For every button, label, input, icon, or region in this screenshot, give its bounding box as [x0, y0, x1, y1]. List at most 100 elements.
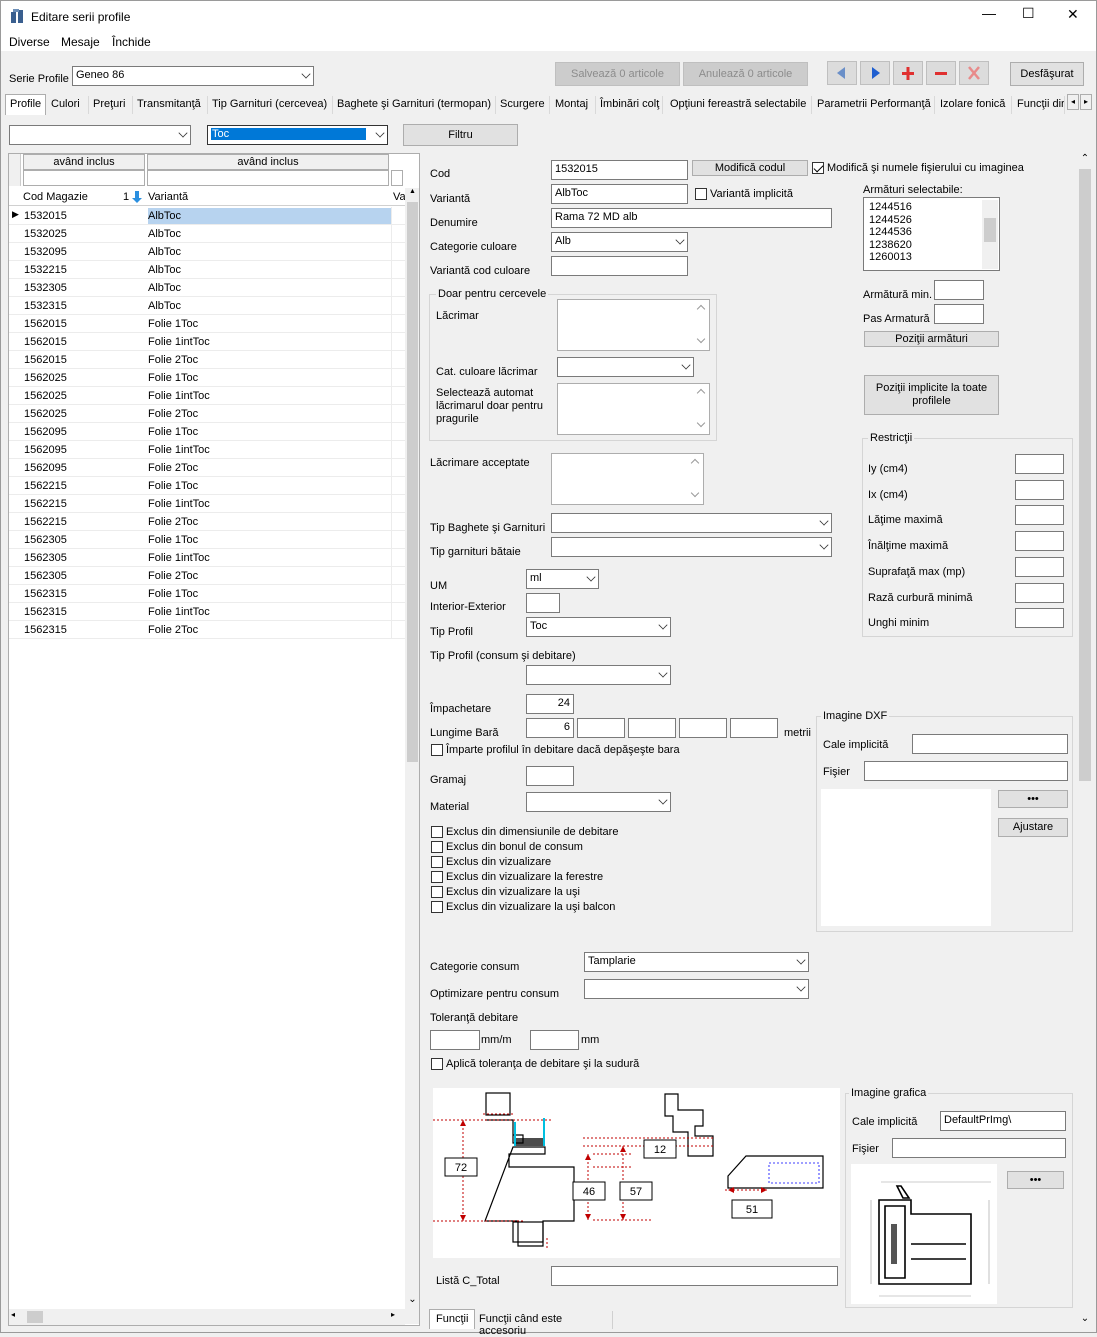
- cell-variant[interactable]: Folie 1Toc: [148, 318, 198, 330]
- cell-variant[interactable]: Folie 1intToc: [148, 498, 210, 510]
- toleranta-mmm-input[interactable]: [430, 1030, 480, 1050]
- table-row[interactable]: 1532025 AlbToc: [9, 225, 405, 243]
- tab-imbinari[interactable]: Îmbinări colţ: [600, 96, 663, 114]
- latime-input[interactable]: [1015, 505, 1064, 525]
- cell-code[interactable]: 1562305: [24, 552, 67, 564]
- exclus-ferestre-checkbox[interactable]: [431, 871, 443, 883]
- grid-vscroll[interactable]: ▲ ⌄: [405, 188, 419, 1324]
- cell-variant[interactable]: Folie 1Toc: [148, 534, 198, 546]
- table-row[interactable]: 1562315 Folie 1intToc: [9, 603, 405, 621]
- lungime-input-1[interactable]: 6: [526, 718, 574, 738]
- tip-garn-select[interactable]: [551, 537, 832, 557]
- menu-inchide[interactable]: Închide: [112, 35, 151, 49]
- col-extra-header[interactable]: Va: [393, 191, 406, 203]
- list-item[interactable]: 1244526: [869, 214, 912, 227]
- tab-tip-garnituri[interactable]: Tip Garnituri (cercevea): [212, 96, 333, 114]
- form-vscroll-thumb[interactable]: [1079, 169, 1091, 781]
- varianta-input[interactable]: AlbToc: [551, 184, 688, 204]
- tab-parametrii[interactable]: Parametrii Performanţă: [817, 96, 935, 114]
- scroll-down-icon[interactable]: ⌄: [406, 1294, 419, 1308]
- table-row[interactable]: 1562025 Folie 1Toc: [9, 369, 405, 387]
- tab-baghete[interactable]: Baghete şi Garnituri (termopan): [337, 96, 496, 114]
- cell-variant[interactable]: AlbToc: [148, 300, 181, 312]
- ajustare-button[interactable]: Ajustare: [998, 818, 1068, 837]
- cell-variant[interactable]: Folie 1Toc: [148, 480, 198, 492]
- cell-code[interactable]: 1562095: [24, 426, 67, 438]
- table-row[interactable]: 1562315 Folie 2Toc: [9, 621, 405, 639]
- cell-code[interactable]: 1562315: [24, 624, 67, 636]
- modify-names-checkbox[interactable]: [812, 162, 824, 174]
- impachetare-input[interactable]: 24: [526, 694, 574, 714]
- raza-input[interactable]: [1015, 583, 1064, 603]
- tab-montaj[interactable]: Montaj: [555, 96, 596, 114]
- iy-input[interactable]: [1015, 454, 1064, 474]
- filter-select-right[interactable]: Toc: [207, 125, 388, 145]
- cat-lacrimar-select[interactable]: [557, 357, 694, 377]
- cell-code[interactable]: 1562095: [24, 444, 67, 456]
- maximize-button[interactable]: ☐: [1022, 5, 1035, 22]
- table-row[interactable]: 1562015 Folie 1intToc: [9, 333, 405, 351]
- tab-profile[interactable]: Profile: [5, 94, 46, 115]
- expand-button[interactable]: Desfăşurat: [1010, 62, 1084, 86]
- cell-code[interactable]: 1562015: [24, 336, 67, 348]
- var-cod-input[interactable]: [551, 256, 688, 276]
- cancel-button[interactable]: Anulează 0 articole: [683, 62, 808, 86]
- table-row[interactable]: 1562215 Folie 2Toc: [9, 513, 405, 531]
- grafica-cale-input[interactable]: DefaultPrImg\: [940, 1111, 1066, 1131]
- col-code-header[interactable]: Cod Magazie: [23, 191, 88, 203]
- exclus-balcon-checkbox[interactable]: [431, 901, 443, 913]
- table-row[interactable]: 1562095 Folie 1Toc: [9, 423, 405, 441]
- form-scroll-down-icon[interactable]: ⌄: [1079, 1313, 1091, 1327]
- table-row[interactable]: 1562215 Folie 1Toc: [9, 477, 405, 495]
- unghi-input[interactable]: [1015, 608, 1064, 628]
- close-button[interactable]: ✕: [1067, 6, 1079, 23]
- exclus-viz-checkbox[interactable]: [431, 856, 443, 868]
- cell-variant[interactable]: Folie 2Toc: [148, 516, 198, 528]
- armaturi-list[interactable]: 1244516 1244526 1244536 1238620 1260013: [863, 197, 1000, 271]
- cell-code[interactable]: 1532095: [24, 246, 67, 258]
- int-ext-input[interactable]: [526, 593, 560, 613]
- exclus-debitare-checkbox[interactable]: [431, 826, 443, 838]
- cell-code[interactable]: 1562215: [24, 480, 67, 492]
- cell-code[interactable]: 1562015: [24, 318, 67, 330]
- dxf-cale-input[interactable]: [912, 734, 1068, 754]
- table-row[interactable]: 1562215 Folie 1intToc: [9, 495, 405, 513]
- table-row[interactable]: 1532305 AlbToc: [9, 279, 405, 297]
- table-row[interactable]: 1562095 Folie 1intToc: [9, 441, 405, 459]
- tab-transmitanta[interactable]: Transmitanţă: [137, 96, 208, 114]
- cell-variant[interactable]: AlbToc: [148, 246, 181, 258]
- cell-code[interactable]: 1562215: [24, 516, 67, 528]
- cell-variant[interactable]: Folie 1intToc: [148, 552, 210, 564]
- cat-consum-select[interactable]: Tamplarie: [584, 952, 809, 972]
- table-row[interactable]: 1562305 Folie 2Toc: [9, 567, 405, 585]
- tip-baghete-select[interactable]: [551, 513, 832, 533]
- dxf-browse-button[interactable]: •••: [998, 790, 1068, 808]
- filter-input-extra[interactable]: [391, 170, 403, 186]
- tip-profil-select[interactable]: Toc: [526, 617, 671, 637]
- table-row[interactable]: 1562315 Folie 1Toc: [9, 585, 405, 603]
- tab-preturi[interactable]: Preţuri: [93, 96, 133, 114]
- cell-code[interactable]: 1532315: [24, 300, 67, 312]
- cell-code[interactable]: 1562215: [24, 498, 67, 510]
- cell-code[interactable]: 1532215: [24, 264, 67, 276]
- cell-variant[interactable]: Folie 1intToc: [148, 336, 210, 348]
- tip-profil-cons-select[interactable]: [526, 665, 671, 685]
- pozitii-impl-button[interactable]: Poziţii implicite la toate profilele: [864, 375, 999, 415]
- cell-variant[interactable]: Folie 2Toc: [148, 570, 198, 582]
- optim-select[interactable]: [584, 979, 809, 999]
- serie-select[interactable]: Geneo 86: [72, 66, 314, 86]
- table-row[interactable]: 1562025 Folie 2Toc: [9, 405, 405, 423]
- cell-variant[interactable]: Folie 1Toc: [148, 426, 198, 438]
- cell-code[interactable]: 1532025: [24, 228, 67, 240]
- imparte-checkbox[interactable]: [431, 744, 443, 756]
- form-scroll-up-icon[interactable]: ⌃: [1079, 153, 1091, 167]
- lista-input[interactable]: [551, 1266, 838, 1286]
- modify-code-button[interactable]: Modifică codul: [692, 160, 808, 176]
- cell-variant[interactable]: Folie 1Toc: [148, 588, 198, 600]
- tab-scroll-left-icon[interactable]: ◂: [1067, 94, 1079, 110]
- dxf-fisier-input[interactable]: [864, 761, 1068, 781]
- cell-variant[interactable]: AlbToc: [148, 228, 181, 240]
- save-button[interactable]: Salvează 0 articole: [555, 62, 680, 86]
- suprafata-input[interactable]: [1015, 557, 1064, 577]
- cell-code[interactable]: 1532305: [24, 282, 67, 294]
